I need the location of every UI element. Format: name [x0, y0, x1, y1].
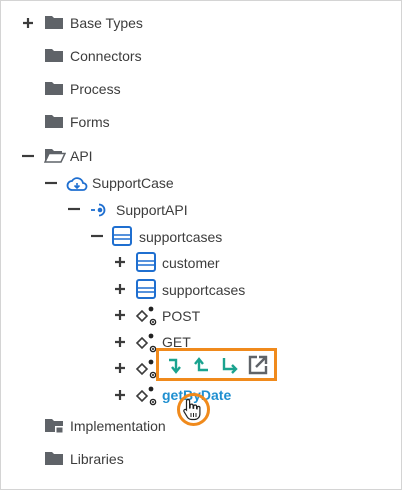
resource-icon — [136, 279, 156, 299]
hover-action-bar — [156, 348, 277, 381]
tree-item-api[interactable]: API — [70, 147, 93, 165]
collapse-toggle-supportcase[interactable] — [44, 176, 58, 190]
tree-item-base-types[interactable]: Base Types — [70, 14, 143, 32]
expand-toggle-operation[interactable] — [113, 361, 127, 375]
tree-item-process[interactable]: Process — [70, 80, 121, 98]
step-out-icon[interactable] — [192, 354, 214, 376]
open-external-icon[interactable] — [247, 354, 269, 376]
tree-item-connectors[interactable]: Connectors — [70, 47, 142, 65]
resource-icon — [112, 226, 132, 246]
expand-toggle-customer[interactable] — [113, 255, 127, 269]
hand-cursor-icon — [182, 397, 202, 426]
expand-toggle-post[interactable] — [113, 308, 127, 322]
cloud-icon — [66, 176, 88, 192]
tree-item-post[interactable]: POST — [162, 307, 200, 325]
api-endpoint-icon — [90, 202, 110, 218]
collapse-toggle-api[interactable] — [21, 149, 35, 163]
tree-item-libraries[interactable]: Libraries — [70, 450, 124, 468]
folder-icon — [44, 14, 64, 30]
project-tree-panel: Base Types Connectors Process Forms API … — [0, 0, 402, 490]
collapse-toggle-supportapi[interactable] — [67, 202, 81, 216]
expand-toggle-supportcases-child[interactable] — [113, 282, 127, 296]
expand-toggle-base-types[interactable] — [21, 16, 35, 30]
step-into-icon[interactable] — [165, 354, 187, 376]
tree-item-supportcase[interactable]: SupportCase — [92, 174, 174, 192]
folder-icon — [44, 80, 64, 96]
tree-item-forms[interactable]: Forms — [70, 113, 110, 131]
folder-icon — [44, 47, 64, 63]
tree-item-supportcases-child[interactable]: supportcases — [162, 281, 245, 299]
operation-icon — [135, 384, 157, 406]
tree-item-customer[interactable]: customer — [162, 254, 220, 272]
resource-icon — [136, 252, 156, 272]
folder-open-icon — [44, 147, 66, 163]
operation-icon — [135, 304, 157, 326]
expand-toggle-getbydate[interactable] — [113, 388, 127, 402]
folder-icon — [44, 450, 64, 466]
tree-item-implementation[interactable]: Implementation — [70, 417, 166, 435]
tree-item-supportapi[interactable]: SupportAPI — [116, 201, 188, 219]
folder-module-icon — [44, 417, 66, 435]
collapse-toggle-supportcases[interactable] — [90, 229, 104, 243]
folder-icon — [44, 113, 64, 129]
operation-icon — [135, 331, 157, 353]
step-over-icon[interactable] — [219, 354, 241, 376]
expand-toggle-get[interactable] — [113, 335, 127, 349]
operation-icon — [135, 357, 157, 379]
tree-item-supportcases-resource[interactable]: supportcases — [139, 228, 222, 246]
